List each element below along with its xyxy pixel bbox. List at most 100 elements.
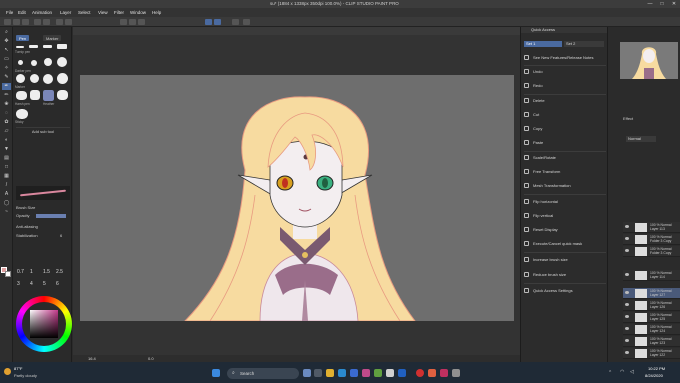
tab-set-1[interactable]: Set 1 [524,41,562,47]
qa-free-transform[interactable]: Free Transform [524,169,608,178]
menu-filter[interactable]: Filter [114,10,124,15]
clip-studio-icon[interactable] [452,369,460,377]
brush-preview[interactable] [31,60,37,66]
eye-icon[interactable] [625,339,629,342]
decoration-tool-icon[interactable]: ✿ [2,119,11,126]
qa-cut[interactable]: Cut [524,112,608,121]
zoom-value[interactable]: 16.4 [88,356,96,361]
brush-preview[interactable] [18,60,23,65]
size-preset[interactable]: 5 [43,281,46,287]
fill-tool-icon[interactable]: ▼ [2,146,11,153]
gradient-tool-icon[interactable]: ▤ [2,155,11,162]
size-preset[interactable]: 1.5 [43,269,50,275]
app-icon[interactable] [440,369,448,377]
add-subtool-button[interactable]: Add sub tool [16,127,70,134]
pencil-tool-icon[interactable]: ✏ [2,92,11,99]
brush-preview[interactable] [57,90,68,100]
qa-paste[interactable]: Paste [524,140,608,149]
qa-scale-rotate[interactable]: Scale/Rotate [524,155,608,164]
qa-flip-horizontal[interactable]: Flip horizontal [524,199,608,208]
eye-icon[interactable] [625,291,629,294]
menu-layer[interactable]: Layer [60,10,71,15]
zoom-tool-icon[interactable]: ⌕ [2,29,11,36]
widgets-icon[interactable] [303,369,311,377]
size-preset[interactable]: 2.5 [56,269,63,275]
qa-mesh-transformation[interactable]: Mesh Transformation [524,183,608,192]
qa-flip-vertical[interactable]: Flip vertical [524,213,608,222]
ruler-tool-icon[interactable]: / [2,182,11,189]
eye-icon[interactable] [625,225,629,228]
figure-tool-icon[interactable]: □ [2,164,11,171]
eye-icon[interactable] [625,327,629,330]
qa-delete[interactable]: Delete [524,98,608,107]
sub-color-swatch[interactable] [5,271,11,277]
save-icon[interactable] [22,19,29,25]
select-tool-icon[interactable]: ▭ [2,56,11,63]
eye-icon[interactable] [625,273,629,276]
menu-edit[interactable]: Edit [18,10,26,15]
new-file-icon[interactable] [4,19,11,25]
selection-mode-icon[interactable] [205,19,212,25]
layer-row[interactable]: 100 % Normal Layer 122 [623,348,680,359]
correct-line-tool-icon[interactable]: ~ [2,209,11,216]
start-icon[interactable] [212,369,220,377]
anti-aliasing-row[interactable]: Anti-aliasing [16,224,70,230]
brush-preview[interactable] [44,58,52,66]
eraser-tool-icon[interactable]: ▱ [2,128,11,135]
brush-preview[interactable] [16,74,25,83]
eye-icon[interactable] [625,303,629,306]
app-icon[interactable] [362,369,370,377]
layer-row-selected[interactable]: 100 % Normal Layer 127 [623,288,680,299]
lasso-mode-icon[interactable] [214,19,221,25]
qa-reduce-brush[interactable]: Reduce brush size [524,272,608,281]
brush-tool-icon[interactable]: ❀ [2,101,11,108]
size-preset[interactable]: 0.7 [17,269,24,275]
qa-redo[interactable]: Redo [524,83,608,92]
tab-set-2[interactable]: Set 2 [564,41,604,47]
layer-row[interactable]: 100 % Normal Layer 123 [623,336,680,347]
size-preset[interactable]: 1 [30,269,33,275]
opacity-row[interactable]: Opacity [16,213,70,219]
taskbar-search[interactable]: ⌕ Search [227,368,299,379]
eyedropper-tool-icon[interactable]: ✎ [2,74,11,81]
app-icon[interactable] [428,369,436,377]
brush-preview-selected[interactable] [43,90,54,101]
redo-icon[interactable] [43,19,50,25]
file-explorer-icon[interactable] [326,369,334,377]
navigator-thumbnail[interactable] [620,42,678,79]
brush-preview[interactable] [30,90,40,100]
menu-file[interactable]: File [6,10,13,15]
layer-row[interactable]: 100 % Normal Layer 124 [623,324,680,335]
qa-quick-mask[interactable]: Execute/Cancel quick mask [524,241,608,250]
layer-row[interactable]: 100 % Normal Layer 113 [623,222,680,233]
frame-tool-icon[interactable]: ▦ [2,173,11,180]
layer-row[interactable]: 100 % Normal Folder 3 Copy [623,234,680,245]
brush-preview[interactable] [43,74,53,84]
size-preset[interactable]: 3 [17,281,20,287]
operation-tool-icon[interactable]: ↖ [2,47,11,54]
clock-date[interactable]: 8/24/2020 [645,373,663,378]
auto-select-tool-icon[interactable]: ✧ [2,65,11,72]
layer-row[interactable]: 100 % Normal Layer 126 [623,300,680,311]
qa-undo[interactable]: Undo [524,69,608,78]
eye-icon[interactable] [625,351,629,354]
menu-view[interactable]: View [98,10,108,15]
snap-icon[interactable] [120,19,127,25]
clock-time[interactable]: 10:22 PM [648,366,665,371]
tray-chevron-icon[interactable]: ⌃ [608,370,612,376]
qa-release-notes[interactable]: See New Features/Release Notes [524,55,608,64]
palette-icon[interactable] [243,19,250,25]
close-button[interactable]: ✕ [668,0,680,8]
brush-preview[interactable] [16,109,28,119]
undo-icon[interactable] [34,19,41,25]
brush-preview[interactable] [57,57,67,67]
maximize-button[interactable]: □ [656,0,668,8]
brush-preview[interactable] [57,44,67,49]
stabilization-row[interactable]: Stabilization 6 [16,233,70,239]
app-icon[interactable] [374,369,382,377]
layer-ref-icon[interactable] [232,19,239,25]
text-tool-icon[interactable]: A [2,191,11,198]
wifi-icon[interactable]: ◠ [620,369,624,375]
brush-preview[interactable] [16,46,24,48]
size-preset[interactable]: 6 [56,281,59,287]
